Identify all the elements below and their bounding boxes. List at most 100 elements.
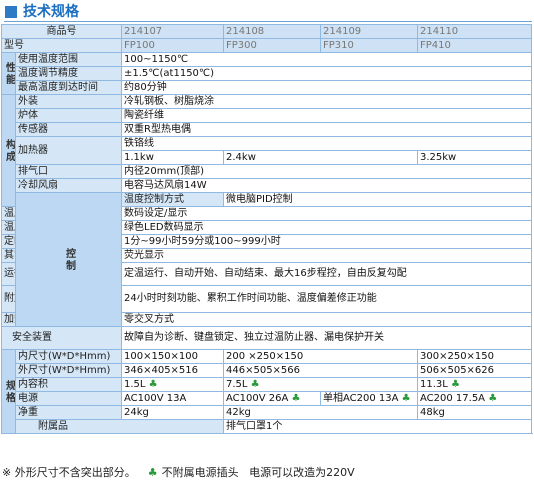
row-label: 加热器回路控制 xyxy=(1,312,16,327)
row-label: 温度设定/显示 xyxy=(1,206,16,221)
row-value: 故障自为诊断、键盘锁定、独立过温防止器、漏电保护开关 xyxy=(121,326,532,350)
spec-table: 商品号 214107 214108 214109 214110 型号 FP100… xyxy=(1,24,532,434)
spec-value: 200 ×250×150 xyxy=(223,349,418,364)
heater-power: 1.1kw xyxy=(121,150,224,165)
table-row: 温度调节精度 ±1.5℃(at1150℃) xyxy=(2,66,532,81)
row-label: 排气口 xyxy=(15,164,122,179)
row-value: 荧光显示 xyxy=(121,248,532,263)
section-header: 技术规格 xyxy=(2,1,532,22)
row-value: 数码设定/显示 xyxy=(121,206,532,221)
table-row: 电源 AC100V 13A AC100V 26A ♣ 单相AC200 13A ♣… xyxy=(2,391,532,406)
table-row: 净重 24kg 42kg 48kg xyxy=(2,405,532,420)
header-divider xyxy=(4,21,532,22)
table-row: 炉体 陶瓷纤维 xyxy=(2,108,532,123)
row-label: 使用温度范围 xyxy=(15,52,122,67)
row-value: 微电脑PID控制 xyxy=(223,192,532,207)
section-bullet-icon xyxy=(5,6,17,18)
row-value: 电容马达风扇14W xyxy=(121,178,532,193)
model-name: FP300 xyxy=(223,38,321,53)
spec-text: 单相AC200 13A xyxy=(323,392,399,404)
footnote-text: 电源可以改造为220V xyxy=(249,466,355,479)
spec-value: 7.5L ♣ xyxy=(223,377,418,392)
leaf-note-icon: ♣ xyxy=(148,378,158,390)
row-value: 冷轧钢板、树脂烧涂 xyxy=(121,94,532,109)
leaf-note-icon: ♣ xyxy=(451,378,460,390)
group-control: 控制 xyxy=(15,192,122,327)
group-specs: 规格 xyxy=(1,349,16,434)
row-label: 温度显示方式 xyxy=(1,220,16,235)
table-row: 外尺寸(W*D*Hmm) 346×405×516 446×505×566 506… xyxy=(2,363,532,378)
spec-value: 48kg xyxy=(417,405,532,420)
table-row: 传感器 双重R型热电偶 xyxy=(2,122,532,137)
table-row: 最高温度到达时间 约80分钟 xyxy=(2,80,532,95)
row-value: 陶瓷纤维 xyxy=(121,108,532,123)
spec-text: AC200 17.5A xyxy=(420,392,486,404)
spec-text: 1.5L xyxy=(124,378,146,390)
spec-value: AC200 17.5A ♣ xyxy=(417,391,532,406)
table-row: 冷却风扇 电容马达风扇14W xyxy=(2,178,532,193)
model-label: 型号 xyxy=(1,38,122,53)
table-row: 内容积 1.5L ♣ 7.5L ♣ 11.3L ♣ xyxy=(2,377,532,392)
row-value: 定温运行、自动开始、自动结束、最大16步程控，自由反复勾配 xyxy=(121,262,532,286)
item-number: 214108 xyxy=(223,24,321,39)
item-number-label: 商品号 xyxy=(1,24,122,39)
leaf-note-icon: ♣ xyxy=(291,392,301,404)
spec-value: 300×250×150 xyxy=(417,349,532,364)
row-label: 定时显示范围 xyxy=(1,234,16,249)
table-row: 性能 使用温度范围 100~1150℃ xyxy=(1,52,532,95)
table-row: 附属品 排气口罩1个 xyxy=(2,419,532,434)
spec-value: AC100V 13A xyxy=(121,391,224,406)
table-row: 构成 外装 冷轧钢板、树脂烧涂 xyxy=(1,94,532,207)
row-label: 其它显示 xyxy=(1,248,16,263)
row-label: 最高温度到达时间 xyxy=(15,80,122,95)
table-row: 商品号 214107 214108 214109 214110 xyxy=(1,24,532,39)
page-title: 技术规格 xyxy=(23,4,79,20)
spec-text: 11.3L xyxy=(420,378,448,390)
spec-text: 7.5L xyxy=(226,378,248,390)
table-row: 排气口 内径20mm(顶部) xyxy=(2,164,532,179)
table-row: 型号 FP100 FP300 FP310 FP410 xyxy=(1,38,532,53)
footnote: ※ 外形尺寸不含突出部分。 ♣ 不附属电源插头 电源可以改造为220V xyxy=(2,464,355,480)
row-label: 传感器 xyxy=(15,122,122,137)
leaf-note-icon: ♣ xyxy=(147,466,158,479)
row-label: 加热器 xyxy=(15,136,122,165)
spec-value: 346×405×516 xyxy=(121,363,224,378)
spec-value: 42kg xyxy=(223,405,418,420)
spec-value: 1.5L ♣ xyxy=(121,377,224,392)
row-value: 铁铬线 xyxy=(121,136,532,151)
model-name: FP100 xyxy=(121,38,224,53)
heater-power: 2.4kw xyxy=(223,150,418,165)
item-number: 214107 xyxy=(121,24,224,39)
row-label: 安全装置 xyxy=(1,326,122,350)
row-value: 100~1150℃ xyxy=(121,52,532,67)
item-number: 214109 xyxy=(320,24,418,39)
spec-text: AC100V 26A xyxy=(226,392,289,404)
table-row: 安全装置 故障自为诊断、键盘锁定、独立过温防止器、漏电保护开关 xyxy=(1,326,532,350)
row-label: 内尺寸(W*D*Hmm) xyxy=(15,349,122,364)
table-row: 加热器 铁铬线 xyxy=(2,136,532,165)
row-label: 温度控制方式 xyxy=(121,192,224,207)
spec-value: 100×150×100 xyxy=(121,349,224,364)
row-value: 排气口罩1个 xyxy=(223,419,532,434)
item-number: 214110 xyxy=(417,24,532,39)
row-label: 附属品 xyxy=(15,419,224,434)
group-performance: 性能 xyxy=(1,52,16,95)
footnote-text: ※ 外形尺寸不含突出部分。 xyxy=(2,466,136,479)
spec-value: 单相AC200 13A ♣ xyxy=(320,391,418,406)
row-value: 24小时时刻功能、累积工作时间功能、温度偏差修正功能 xyxy=(121,285,532,313)
row-value: 1分~99小时59分或100~999小时 xyxy=(121,234,532,249)
row-label: 外装 xyxy=(15,94,122,109)
spec-value: 11.3L ♣ xyxy=(417,377,532,392)
model-name: FP310 xyxy=(320,38,418,53)
row-value: 内径20mm(顶部) xyxy=(121,164,532,179)
model-name: FP410 xyxy=(417,38,532,53)
row-label: 外尺寸(W*D*Hmm) xyxy=(15,363,122,378)
row-value: 绿色LED数码显示 xyxy=(121,220,532,235)
table-row: 控制 温度控制方式 微电脑PID控制 xyxy=(2,192,532,327)
row-label: 电源 xyxy=(15,391,122,406)
row-label: 冷却风扇 xyxy=(15,178,122,193)
heater-power: 3.25kw xyxy=(417,150,532,165)
table-row: 规格 内尺寸(W*D*Hmm) 100×150×100 200 ×250×150… xyxy=(1,349,532,434)
spec-value: 446×505×566 xyxy=(223,363,418,378)
row-label: 炉体 xyxy=(15,108,122,123)
